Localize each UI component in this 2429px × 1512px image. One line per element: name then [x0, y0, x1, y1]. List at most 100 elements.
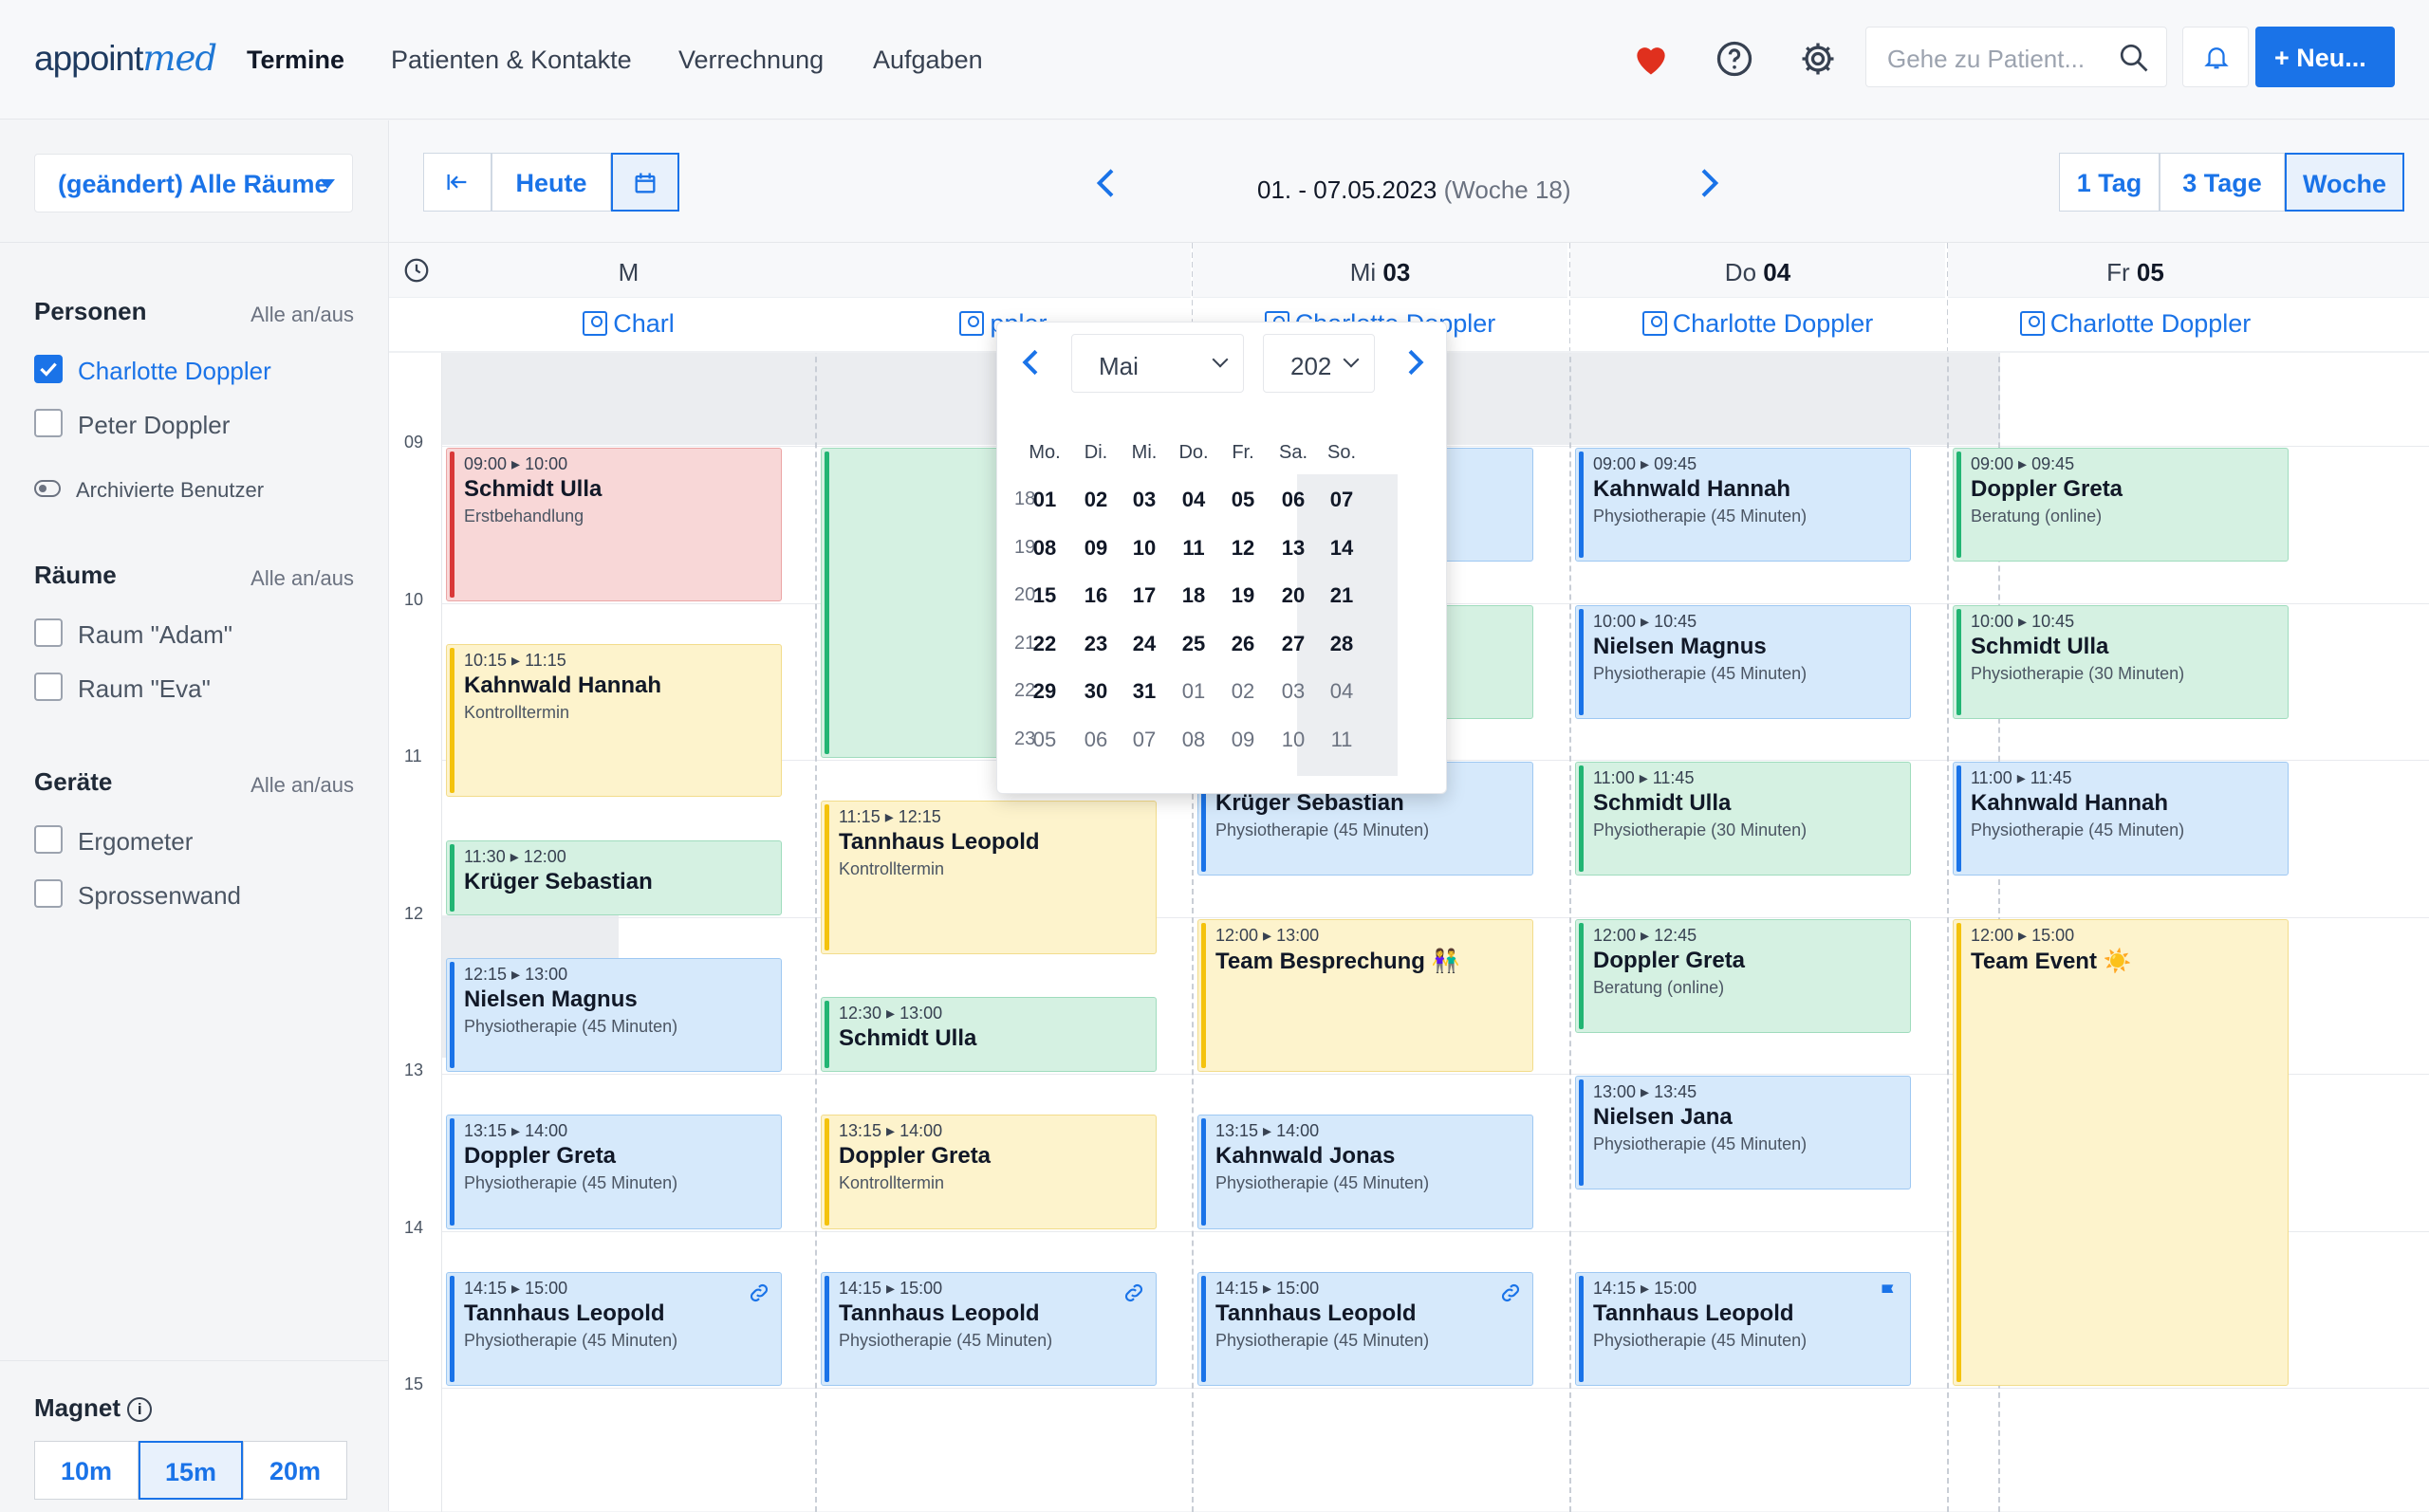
archived-users-label[interactable]: Archivierte Benutzer — [76, 478, 264, 503]
rooms-toggle-all[interactable]: Alle an/aus — [250, 566, 354, 591]
appointment[interactable]: 11:00 ▸ 11:45 Kahnwald Hannah Physiotherap… — [1953, 762, 2289, 876]
date-cell[interactable]: 11 — [1170, 525, 1217, 572]
date-cell[interactable]: 06 — [1270, 476, 1317, 524]
prev-week-arrow-icon[interactable] — [1088, 164, 1126, 202]
search-icon[interactable] — [2117, 41, 2151, 75]
date-cell[interactable]: 08 — [1021, 525, 1068, 572]
appointment[interactable]: 12:30 ▸ 13:00 Schmidt Ulla — [821, 997, 1157, 1072]
appointment[interactable]: 10:00 ▸ 10:45 Schmidt Ulla Physiotherapie … — [1953, 604, 2289, 719]
person-label[interactable]: Peter Doppler — [78, 411, 230, 440]
appointment[interactable]: 12:00 ▸ 15:00 Team Event ☀️ — [1953, 918, 2289, 1386]
date-cell[interactable]: 15 — [1021, 572, 1068, 619]
devices-toggle-all[interactable]: Alle an/aus — [250, 773, 354, 798]
date-cell[interactable]: 28 — [1318, 620, 1365, 668]
date-cell[interactable]: 03 — [1121, 476, 1168, 524]
person-column-header[interactable]: Charl — [441, 298, 816, 351]
date-cell[interactable]: 27 — [1270, 620, 1317, 668]
date-cell[interactable]: 21 — [1318, 572, 1365, 619]
new-button[interactable]: + Neu... — [2255, 27, 2395, 87]
next-month-arrow-icon[interactable] — [1396, 343, 1434, 381]
month-select[interactable]: Mai — [1071, 334, 1244, 393]
appointment[interactable]: 14:15 ▸ 15:00 Tannhaus Leopold Physiothera… — [1197, 1271, 1533, 1386]
appointment[interactable]: 10:00 ▸ 10:45 Nielsen Magnus Physiotherapi… — [1575, 604, 1911, 719]
nav-patienten-kontakte[interactable]: Patienten & Kontakte — [391, 46, 632, 75]
date-cell[interactable]: 13 — [1270, 525, 1317, 572]
date-cell[interactable]: 04 — [1170, 476, 1217, 524]
appointment[interactable]: 10:15 ▸ 11:15 Kahnwald Hannah Kontrollterm… — [446, 643, 782, 798]
day-header[interactable]: M — [441, 243, 816, 298]
device-checkbox-ergometer[interactable] — [34, 825, 63, 854]
appointment[interactable]: 09:00 ▸ 09:45 Doppler Greta Beratung (onli… — [1953, 448, 2289, 562]
nav-termine[interactable]: Termine — [247, 46, 344, 75]
appointment[interactable]: 09:00 ▸ 09:45 Kahnwald Hannah Physiotherap… — [1575, 448, 1911, 562]
view-woche[interactable]: Woche — [2285, 153, 2404, 212]
heart-icon[interactable] — [1630, 38, 1672, 80]
date-cell[interactable]: 01 — [1170, 668, 1217, 715]
date-cell[interactable]: 31 — [1121, 668, 1168, 715]
gear-icon[interactable] — [1797, 38, 1839, 80]
link-icon[interactable] — [1498, 1281, 1523, 1305]
appointment[interactable]: 12:00 ▸ 13:00 Team Besprechung 👫 — [1197, 918, 1533, 1072]
collapse-sidebar-button[interactable] — [423, 153, 491, 212]
date-cell[interactable]: 18 — [1170, 572, 1217, 619]
date-cell[interactable]: 05 — [1021, 716, 1068, 764]
magnet-10m[interactable]: 10m — [34, 1441, 139, 1500]
day-header[interactable] — [816, 243, 1191, 298]
room-checkbox-adam[interactable] — [34, 618, 63, 647]
room-filter-select[interactable]: (geändert) Alle Räume — [34, 154, 353, 212]
appointment[interactable]: 11:15 ▸ 12:15 Tannhaus Leopold Kontrollter… — [821, 801, 1157, 954]
appointment[interactable]: 13:00 ▸ 13:45 Nielsen Jana Physiotherapie … — [1575, 1076, 1911, 1190]
person-column-header[interactable]: Charlotte Doppler — [1948, 298, 2323, 351]
date-cell[interactable]: 19 — [1219, 572, 1267, 619]
view-1-tag[interactable]: 1 Tag — [2059, 153, 2160, 212]
persons-toggle-all[interactable]: Alle an/aus — [250, 303, 354, 327]
person-label[interactable]: Charlotte Doppler — [78, 357, 271, 386]
appointment[interactable]: 14:15 ▸ 15:00 Tannhaus Leopold Physiothera… — [446, 1271, 782, 1386]
notifications-button[interactable] — [2182, 27, 2249, 87]
day-header[interactable]: Fr 05 — [1948, 243, 2323, 298]
date-cell[interactable]: 30 — [1072, 668, 1120, 715]
day-header[interactable]: Mi 03 — [1193, 243, 1567, 298]
person-checkbox-charlotte[interactable] — [34, 355, 63, 383]
date-cell[interactable]: 24 — [1121, 620, 1168, 668]
date-cell[interactable]: 12 — [1219, 525, 1267, 572]
date-cell[interactable]: 01 — [1021, 476, 1068, 524]
today-button[interactable]: Heute — [491, 153, 611, 212]
link-icon[interactable] — [747, 1281, 771, 1305]
appointment[interactable]: 13:15 ▸ 14:00 Doppler Greta Physiotherapie… — [446, 1115, 782, 1229]
calendar-picker-button[interactable] — [611, 153, 679, 212]
appointment[interactable]: 12:15 ▸ 13:00 Nielsen Magnus Physiotherapi… — [446, 957, 782, 1072]
appointment[interactable]: 13:15 ▸ 14:00 Doppler Greta Kontrolltermin — [821, 1115, 1157, 1229]
link-icon[interactable] — [1122, 1281, 1146, 1305]
prev-month-arrow-icon[interactable] — [1012, 343, 1050, 381]
date-cell[interactable]: 07 — [1121, 716, 1168, 764]
patient-search-input[interactable]: Gehe zu Patient... — [1865, 27, 2167, 87]
person-column-header[interactable]: Charlotte Doppler — [1570, 298, 1945, 351]
device-label[interactable]: Sprossenwand — [78, 881, 241, 911]
room-label[interactable]: Raum "Eva" — [78, 674, 211, 704]
date-cell[interactable]: 25 — [1170, 620, 1217, 668]
info-icon[interactable]: i — [127, 1397, 153, 1422]
date-cell[interactable]: 09 — [1072, 525, 1120, 572]
appointment[interactable]: 14:15 ▸ 15:00 Tannhaus Leopold Physiothera… — [821, 1271, 1157, 1386]
date-cell[interactable]: 08 — [1170, 716, 1217, 764]
view-3-tage[interactable]: 3 Tage — [2160, 153, 2285, 212]
date-cell[interactable]: 03 — [1270, 668, 1317, 715]
date-cell[interactable]: 04 — [1318, 668, 1365, 715]
date-cell[interactable]: 02 — [1219, 668, 1267, 715]
date-cell[interactable]: 16 — [1072, 572, 1120, 619]
date-cell[interactable]: 29 — [1021, 668, 1068, 715]
magnet-15m[interactable]: 15m — [139, 1441, 243, 1500]
device-label[interactable]: Ergometer — [78, 827, 193, 857]
device-checkbox-sprossenwand[interactable] — [34, 879, 63, 908]
appointment[interactable]: 09:00 ▸ 10:00 Schmidt Ulla Erstbehandlung — [446, 448, 782, 601]
help-icon[interactable] — [1714, 38, 1755, 80]
appointment[interactable]: 11:00 ▸ 11:45 Schmidt Ulla Physiotherapie … — [1575, 762, 1911, 876]
date-cell[interactable]: 09 — [1219, 716, 1267, 764]
date-cell[interactable]: 10 — [1270, 716, 1317, 764]
date-cell[interactable]: 14 — [1318, 525, 1365, 572]
date-cell[interactable]: 26 — [1219, 620, 1267, 668]
room-label[interactable]: Raum "Adam" — [78, 620, 232, 650]
appointment[interactable]: 12:00 ▸ 12:45 Doppler Greta Beratung (onli… — [1575, 918, 1911, 1033]
room-checkbox-eva[interactable] — [34, 673, 63, 701]
